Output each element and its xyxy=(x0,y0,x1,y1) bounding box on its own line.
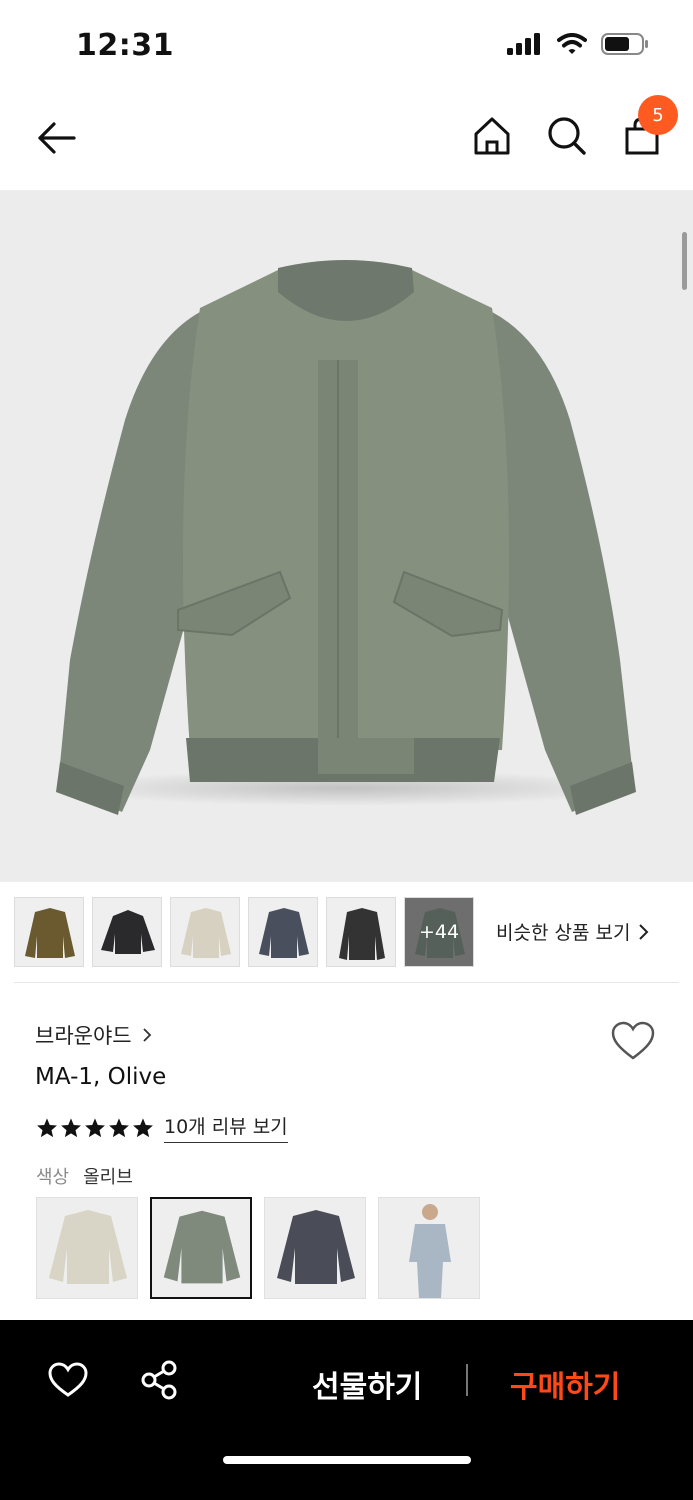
model-swatch-icon xyxy=(409,1204,451,1298)
jacket-thumbnail-icon xyxy=(181,908,231,958)
home-indicator xyxy=(223,1456,471,1464)
jacket-thumbnail-icon xyxy=(259,908,309,958)
home-icon[interactable] xyxy=(470,114,514,158)
swatch-light-blue-model[interactable] xyxy=(378,1197,480,1299)
star-icon xyxy=(109,1117,129,1137)
similar-products-label: 비슷한 상품 보기 xyxy=(496,922,631,944)
buy-button[interactable]: 구매하기 xyxy=(510,1362,620,1406)
gift-button[interactable]: 선물하기 xyxy=(312,1362,422,1406)
thumbnail-beige-jacket[interactable] xyxy=(170,897,240,967)
thumbnail-brown-jacket[interactable] xyxy=(14,897,84,967)
star-icon xyxy=(61,1117,81,1137)
heart-icon[interactable] xyxy=(48,1362,88,1398)
share-icon[interactable] xyxy=(140,1360,178,1400)
battery-icon xyxy=(601,33,648,55)
color-swatches xyxy=(36,1197,480,1299)
jacket-swatch-icon xyxy=(49,1210,127,1284)
cart-count-badge: 5 xyxy=(638,95,678,135)
color-value: 올리브 xyxy=(83,1167,133,1188)
thumbnail-more[interactable]: +44 xyxy=(404,897,474,967)
swatch-olive[interactable] xyxy=(150,1197,252,1299)
jacket-illustration xyxy=(56,260,636,815)
image-scroll-indicator xyxy=(682,232,687,290)
divider xyxy=(14,982,679,983)
jacket-thumbnail-icon xyxy=(25,908,75,958)
star-icon xyxy=(85,1117,105,1137)
status-time: 12:31 xyxy=(76,28,174,63)
thumbnail-black-puffer[interactable] xyxy=(92,897,162,967)
status-icons xyxy=(507,32,649,56)
wishlist-heart-icon[interactable] xyxy=(610,1020,656,1062)
star-icon xyxy=(37,1117,57,1137)
status-bar: 12:31 xyxy=(0,0,693,90)
product-image[interactable] xyxy=(0,190,693,882)
thumbnail-black-jacket[interactable] xyxy=(326,897,396,967)
more-count-label: +44 xyxy=(418,921,460,943)
similar-products-link[interactable]: 비슷한 상품 보기 xyxy=(496,918,650,945)
thumbnail-navy-jacket[interactable] xyxy=(248,897,318,967)
brand-link[interactable]: 브라운야드 xyxy=(35,1020,152,1050)
jacket-thumbnail-icon xyxy=(339,908,385,960)
jacket-swatch-icon xyxy=(277,1210,355,1284)
button-separator xyxy=(466,1364,468,1396)
review-link[interactable]: 10개 리뷰 보기 xyxy=(164,1112,288,1143)
bottom-action-bar: 선물하기 구매하기 xyxy=(0,1320,693,1500)
brand-name: 브라운야드 xyxy=(35,1024,132,1048)
swatch-charcoal[interactable] xyxy=(264,1197,366,1299)
nav-bar xyxy=(0,96,693,182)
wifi-icon xyxy=(557,33,587,54)
rating-stars xyxy=(36,1117,154,1139)
product-name: MA-1, Olive xyxy=(35,1064,167,1090)
swatch-beige[interactable] xyxy=(36,1197,138,1299)
color-label: 색상 xyxy=(36,1167,70,1188)
back-arrow-icon[interactable] xyxy=(34,116,80,160)
chevron-right-icon xyxy=(639,923,649,940)
thumbnail-strip: +44 xyxy=(14,897,474,967)
chevron-right-icon xyxy=(142,1028,151,1042)
jacket-swatch-icon xyxy=(163,1210,241,1284)
color-row: 색상 올리브 xyxy=(36,1163,133,1189)
signal-icon xyxy=(507,33,540,55)
search-icon[interactable] xyxy=(545,114,589,158)
jacket-thumbnail-icon xyxy=(101,910,155,954)
star-icon xyxy=(133,1117,153,1137)
rating-row: 10개 리뷰 보기 xyxy=(36,1112,288,1143)
